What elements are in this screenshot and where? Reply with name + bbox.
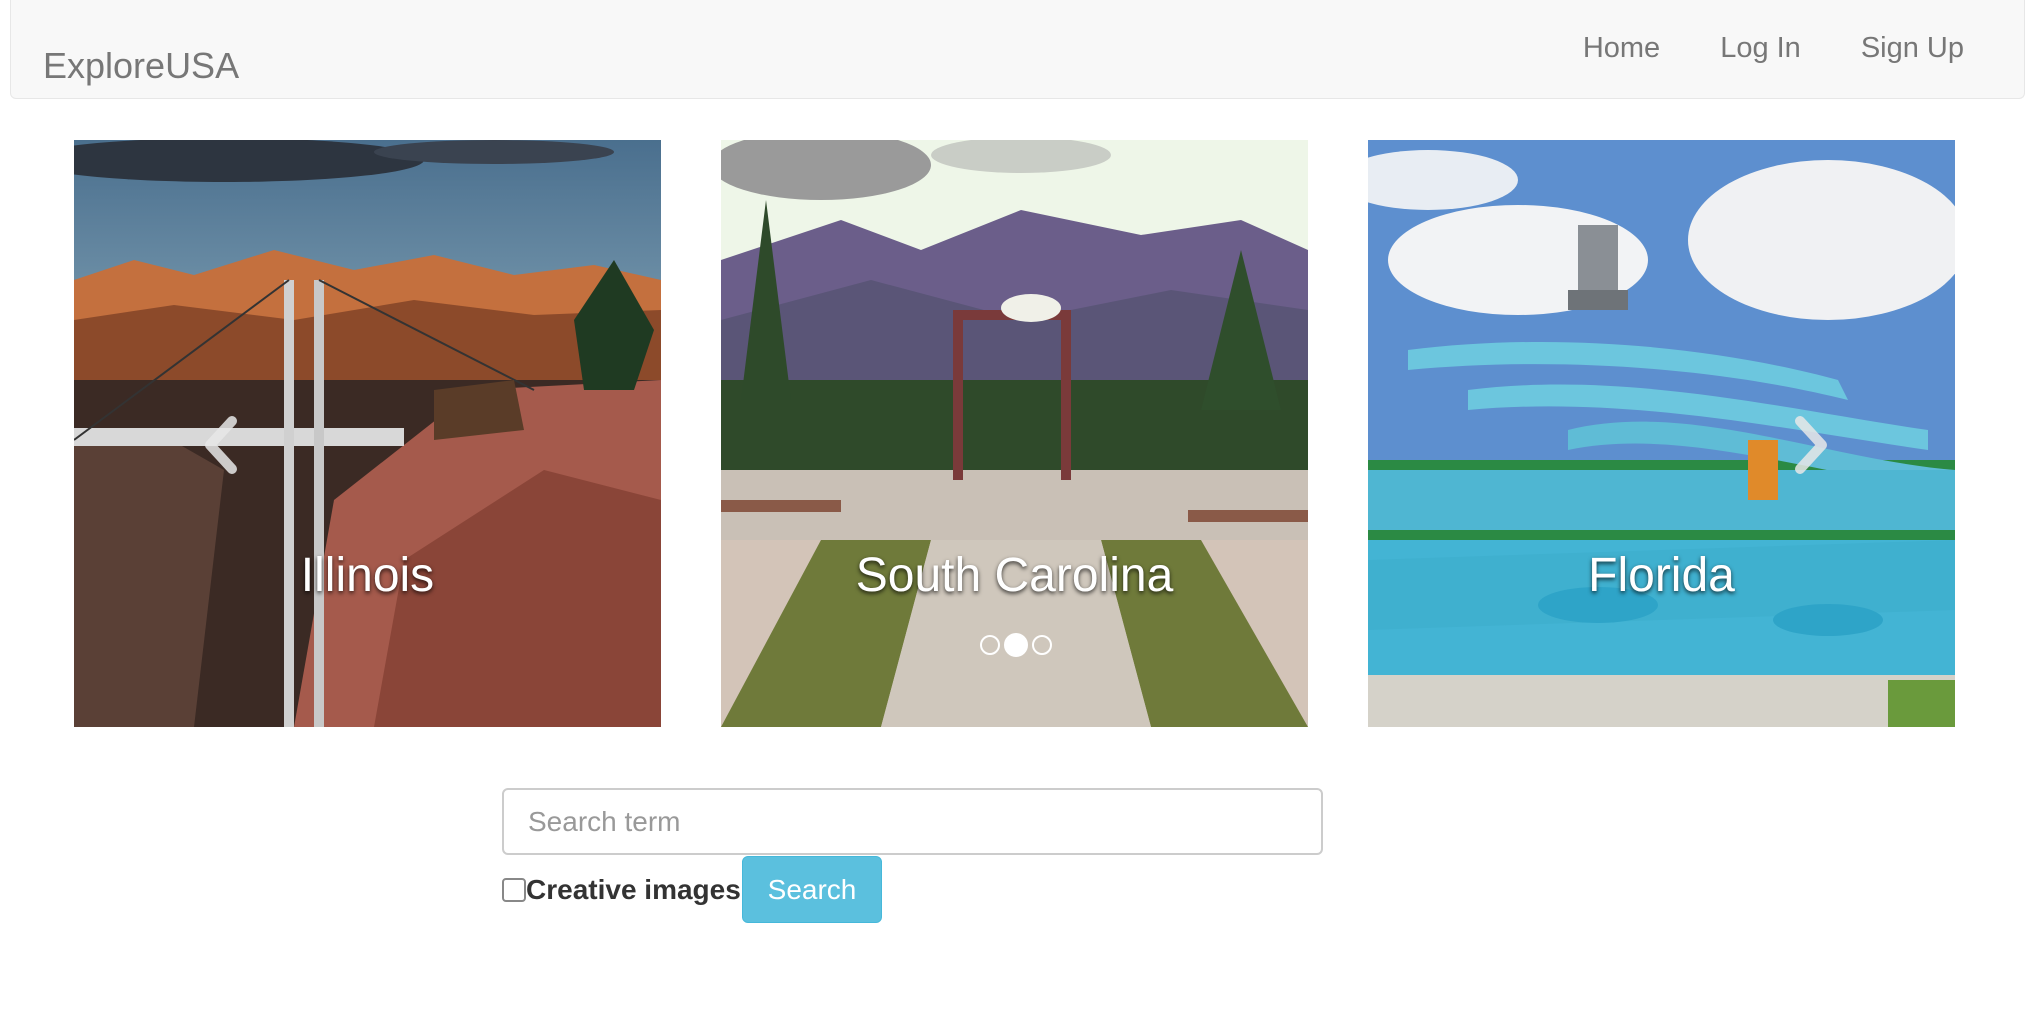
- search-button[interactable]: Search: [742, 856, 882, 923]
- brand-link[interactable]: ExploreUSA: [43, 48, 239, 84]
- carousel-indicators: [980, 633, 1052, 657]
- carousel-next-control[interactable]: [1780, 415, 1840, 475]
- nav-home-link[interactable]: Home: [1553, 32, 1690, 64]
- nav-links: Home Log In Sign Up: [1553, 32, 1976, 64]
- slide-2-caption: South Carolina: [855, 549, 1174, 602]
- carousel-indicator-1[interactable]: [980, 635, 1000, 655]
- creative-images-label: Creative images: [526, 874, 741, 905]
- slide-1-image: [74, 140, 661, 727]
- carousel-slide-1: Illinois: [74, 140, 661, 727]
- carousel-slide-3: Florida: [1368, 140, 1955, 727]
- chevron-left-icon: [205, 416, 237, 474]
- nav-signup-link[interactable]: Sign Up: [1831, 32, 1976, 64]
- creative-images-checkbox[interactable]: [502, 878, 526, 902]
- search-input[interactable]: [502, 788, 1323, 855]
- slide-3-image: [1368, 140, 1955, 727]
- carousel-prev-control[interactable]: [192, 415, 252, 475]
- carousel-indicator-3[interactable]: [1032, 635, 1052, 655]
- chevron-right-icon: [1795, 416, 1827, 474]
- nav-login-link[interactable]: Log In: [1690, 32, 1831, 64]
- navbar: ExploreUSA Home Log In Sign Up: [10, 0, 2025, 99]
- slide-3-caption: Florida: [1588, 549, 1735, 602]
- slide-1-caption: Illinois: [300, 549, 435, 602]
- carousel-indicator-2[interactable]: [1004, 633, 1028, 657]
